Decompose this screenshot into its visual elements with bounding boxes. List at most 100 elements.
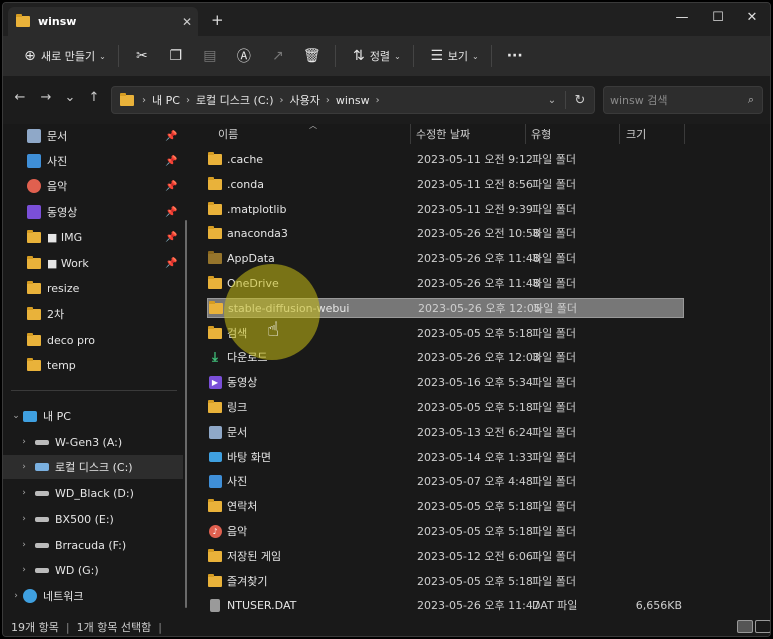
file-type: 파일 폴더 [532,252,576,265]
chevron-right-icon[interactable]: › [17,565,31,575]
maximize-button[interactable]: ☐ [699,3,737,31]
sort-button[interactable]: ⇅ 정렬 ⌄ [342,41,407,71]
file-row[interactable]: 연락처 2023-05-05 오후 5:18 파일 폴더 [207,496,684,516]
back-button[interactable]: ← [9,90,31,110]
close-window-button[interactable]: ✕ [733,3,770,31]
rename-button[interactable]: Ⓐ [227,41,261,71]
sidebar-item-drive-f[interactable]: › Brracuda (F:) [3,533,183,557]
file-row[interactable]: 사진 2023-05-07 오후 4:48 파일 폴더 [207,471,684,491]
file-type: 파일 폴더 [532,203,576,216]
file-name: 동영상 [227,376,258,389]
sidebar-item-2cha[interactable]: 2차 [3,302,183,326]
tab-winsw[interactable]: winsw ✕ [8,7,198,36]
sidebar-item-drive-c[interactable]: › 로컬 디스크 (C:) [3,455,183,479]
file-row[interactable]: 바탕 화면 2023-05-14 오후 1:33 파일 폴더 [207,447,684,467]
details-view-button[interactable] [737,620,753,633]
sidebar-item-drive-a[interactable]: › W-Gen3 (A:) [3,430,183,454]
recent-locations-button[interactable]: ⌄ [59,90,81,110]
folder-icon [120,92,134,106]
address-actions: ⌄ ↻ [539,87,594,113]
file-row[interactable]: 검색 2023-05-05 오후 5:18 파일 폴더 [207,323,684,343]
view-button[interactable]: ☰ 보기 ⌄ [420,41,485,71]
search-icon[interactable]: ⌕ [748,93,754,107]
sidebar-item-deco-pro[interactable]: deco pro [3,328,183,352]
address-dropdown-icon[interactable]: ⌄ [539,95,565,106]
file-row[interactable]: 즐겨찾기 2023-05-05 오후 5:18 파일 폴더 [207,571,684,591]
file-date: 2023-05-05 오후 5:18 [417,525,533,538]
chevron-right-icon[interactable]: › [17,437,31,447]
chevron-right-icon[interactable]: › [9,591,23,601]
column-divider[interactable] [684,124,685,144]
sidebar-item-videos[interactable]: 동영상 📌 [3,200,183,224]
sidebar-item-drive-d[interactable]: › WD_Black (D:) [3,481,183,505]
tab-close-icon[interactable]: ✕ [176,15,198,29]
file-row[interactable]: NTUSER.DAT 2023-05-26 오후 11:47 DAT 파일 6,656… [207,595,684,615]
sidebar-item-music[interactable]: 음악 📌 [3,174,183,198]
share-button[interactable]: ↗ [261,41,295,71]
chevron-right-icon[interactable]: › [17,514,31,524]
file-row[interactable]: AppData 2023-05-26 오후 11:48 파일 폴더 [207,248,684,268]
chevron-right-icon[interactable]: › [17,540,31,550]
file-row[interactable]: anaconda3 2023-05-26 오전 10:58 파일 폴더 [207,223,684,243]
sidebar-item-pictures[interactable]: 사진 📌 [3,149,183,173]
column-divider[interactable] [525,124,526,144]
sidebar-item-resize[interactable]: resize [3,276,183,300]
file-row[interactable]: OneDrive 2023-05-26 오후 11:48 파일 폴더 [207,273,684,293]
chevron-right-icon[interactable]: › [17,488,31,498]
new-tab-button[interactable]: + [211,11,224,29]
file-row[interactable]: 문서 2023-05-13 오전 6:24 파일 폴더 [207,422,684,442]
breadcrumb-users[interactable]: 사용자 [290,92,320,108]
new-button[interactable]: ⊕ 새로 만들기 ⌄ [13,41,112,71]
search-box[interactable]: ⌕ [603,86,763,114]
file-row[interactable]: 링크 2023-05-05 오후 5:18 파일 폴더 [207,397,684,417]
chevron-down-icon[interactable]: ⌄ [9,411,23,421]
file-row[interactable]: stable-diffusion-webui 2023-05-26 오후 12:0… [207,298,684,318]
cut-button[interactable]: ✂ [125,41,159,71]
search-input[interactable] [610,92,738,108]
column-divider[interactable] [619,124,620,144]
refresh-icon[interactable]: ↻ [566,93,594,108]
column-header-type[interactable]: 유형 [531,124,551,144]
chevron-right-icon[interactable]: › [17,462,31,472]
sidebar-item-temp[interactable]: temp [3,353,183,377]
sidebar-item-work[interactable]: ■ Work 📌 [3,251,183,275]
breadcrumb-this-pc[interactable]: 내 PC [152,92,180,108]
folder-icon [207,225,223,239]
column-header-name[interactable]: 이름 [218,124,238,144]
sidebar-item-img[interactable]: ■ IMG 📌 [3,225,183,249]
file-row[interactable]: ♪ 음악 2023-05-05 오후 5:18 파일 폴더 [207,521,684,541]
paste-button[interactable]: ▤ [193,41,227,71]
delete-button[interactable]: 🗑 [295,41,329,71]
file-row[interactable]: .matplotlib 2023-05-11 오전 9:39 파일 폴더 [207,199,684,219]
sidebar-scrollbar[interactable] [185,220,187,608]
file-row[interactable]: .cache 2023-05-11 오전 9:12 파일 폴더 [207,149,684,169]
sidebar-item-drive-e[interactable]: › BX500 (E:) [3,507,183,531]
folder-icon [207,151,223,165]
more-options-button[interactable]: ··· [498,41,532,71]
file-row[interactable]: .conda 2023-05-11 오전 8:56 파일 폴더 [207,174,684,194]
sidebar-item-drive-g[interactable]: › WD (G:) [3,558,183,582]
folder-icon [207,176,223,190]
forward-button[interactable]: → [35,90,57,110]
up-button[interactable]: ↑ [83,90,105,110]
address-bar[interactable]: › 내 PC › 로컬 디스크 (C:) › 사용자 › winsw › ⌄ ↻ [111,86,595,114]
file-name: 사진 [227,475,248,488]
divider [334,45,336,67]
sidebar-item-this-pc[interactable]: ⌄ 내 PC [3,404,183,428]
file-name: AppData [227,251,275,265]
file-row[interactable]: 저장된 게임 2023-05-12 오전 6:06 파일 폴더 [207,546,684,566]
column-header-date[interactable]: 수정한 날짜 [416,124,470,144]
breadcrumb-winsw[interactable]: winsw [336,94,370,107]
copy-button[interactable]: ❐ [159,41,193,71]
sidebar-item-network[interactable]: › 네트워크 [3,584,183,608]
large-icons-view-button[interactable] [755,620,770,633]
file-name: .cache [227,152,264,166]
sidebar-item-documents[interactable]: 문서 📌 [3,124,183,148]
column-header-size[interactable]: 크기 [626,124,646,144]
column-divider[interactable] [410,124,411,144]
minimize-button[interactable]: — [663,3,701,31]
file-row[interactable]: ⤓ 다운로드 2023-05-26 오후 12:03 파일 폴더 [207,347,684,367]
file-date: 2023-05-11 오전 9:12 [417,153,533,166]
file-row[interactable]: ▶ 동영상 2023-05-16 오후 5:34 파일 폴더 [207,372,684,392]
breadcrumb-local-disk[interactable]: 로컬 디스크 (C:) [196,92,274,108]
